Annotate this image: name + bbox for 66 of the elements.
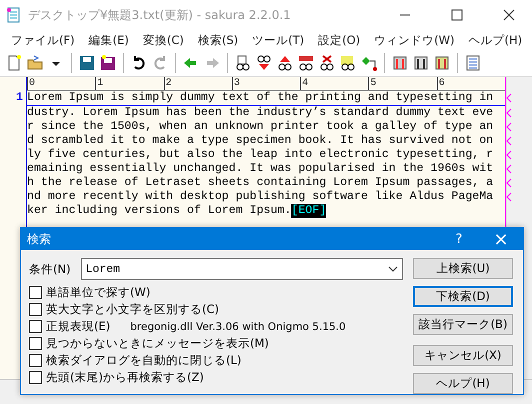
text-line: h the release of Letraset sheets containing Lorem Ipsum passages, a: [27, 176, 494, 190]
search-icon[interactable]: [234, 54, 252, 72]
search-up-icon[interactable]: [276, 54, 294, 72]
text-line: nd more recently with desktop publishing software like Aldus PageMa: [27, 190, 494, 204]
dialog-title: 検索: [27, 230, 52, 248]
checkbox[interactable]: [29, 320, 42, 333]
menu-item[interactable]: 編集(E): [82, 32, 136, 48]
type-settings-icon[interactable]: [412, 54, 430, 72]
text-line: ker including versions of Lorem Ipsum.: [27, 204, 292, 218]
save-icon[interactable]: [78, 54, 96, 72]
text-line: emaining essentially unchanged. It was popularised in the 1960s wit: [27, 162, 494, 176]
checkbox[interactable]: [29, 303, 42, 316]
version-note: bregonig.dll Ver.3.06 with Onigmo 5.15.0: [130, 320, 346, 332]
text-line: d scrambled it to make a type specimen book. It has survived not on: [27, 134, 494, 148]
option-label[interactable]: 英大文字と小文字を区別する(C): [46, 302, 220, 317]
menu-item[interactable]: ツール(T): [245, 32, 312, 48]
clear-mark-icon[interactable]: [318, 54, 336, 72]
text-line: r since the 1500s, when an unknown printer took a galley of type an: [27, 120, 494, 134]
save-as-icon[interactable]: [99, 54, 117, 72]
menu-item[interactable]: ファイル(F): [4, 32, 82, 48]
settings-icon[interactable]: [391, 54, 409, 72]
replace-icon[interactable]: [297, 54, 315, 72]
dialog-button[interactable]: キャンセル(X): [413, 345, 513, 366]
dialog-button[interactable]: 下検索(D): [413, 286, 513, 307]
ruler-label: 3: [232, 77, 300, 90]
ruler-label: 0: [27, 77, 96, 90]
text-line: ly five centuries, but also the leap into electronic typesetting, r: [27, 148, 494, 162]
condition-label: 条件(N): [29, 262, 71, 276]
window-title: デスクトップ¥無題3.txt(更新) - sakura 2.2.0.1: [28, 6, 292, 24]
common-settings-icon[interactable]: [433, 54, 451, 72]
option-label[interactable]: 検索ダイアログを自動的に閉じる(L): [46, 353, 242, 368]
option-label[interactable]: 単語単位で探す(W): [46, 285, 150, 300]
help-button[interactable]: ?: [439, 232, 479, 246]
ruler-label: 4: [300, 77, 368, 90]
text-line: Lorem Ipsum is simply dummy text of the printing and typesetting in: [27, 91, 494, 105]
checkbox[interactable]: [29, 354, 42, 367]
notepad-icon: [6, 7, 22, 23]
option-label[interactable]: 先頭(末尾)から再検索する(Z): [46, 370, 204, 385]
text-line: dustry. Lorem Ipsum has been the industry’s standard dummy text eve: [27, 106, 494, 120]
menu-item[interactable]: 変換(C): [136, 32, 191, 48]
jump-icon[interactable]: [360, 54, 378, 72]
dialog-button[interactable]: ヘルプ(H): [413, 373, 513, 394]
ruler-label: 6: [436, 77, 505, 90]
checkbox[interactable]: [29, 337, 42, 350]
menu-item[interactable]: ヘルプ(H): [462, 32, 530, 48]
option-label[interactable]: 見つからないときにメッセージを表示(M): [46, 336, 269, 351]
dialog-button[interactable]: 上検索(U): [413, 258, 513, 279]
search-down-icon[interactable]: [255, 54, 273, 72]
menu-item[interactable]: 設定(O): [311, 32, 368, 48]
checkbox[interactable]: [29, 371, 42, 384]
eof-marker: [EOF]: [291, 204, 326, 218]
close-button[interactable]: ×: [479, 228, 523, 250]
ruler-label: 5: [368, 77, 437, 90]
chevron-down-icon: [388, 266, 398, 272]
option-label[interactable]: 正規表現(E): [46, 319, 110, 334]
list-icon[interactable]: [464, 54, 482, 72]
ruler-label: 2: [164, 77, 232, 90]
checkbox[interactable]: [29, 286, 42, 299]
grep-icon[interactable]: [339, 54, 357, 72]
menu-item[interactable]: 検索(S): [190, 32, 246, 48]
menu-item[interactable]: ウィンドウ(W): [367, 32, 462, 48]
ruler-label: 1: [95, 77, 164, 90]
open-folder-icon[interactable]: [26, 54, 44, 72]
dialog-button[interactable]: 該当行マーク(B): [413, 314, 513, 335]
line-number: 1: [15, 91, 24, 105]
condition-combo[interactable]: Lorem: [80, 258, 403, 280]
